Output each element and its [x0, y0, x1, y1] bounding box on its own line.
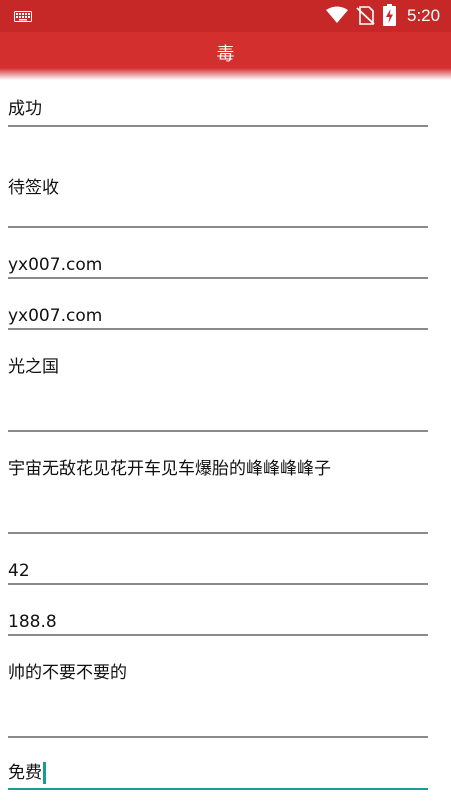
text-field-value: 帅的不要不要的	[8, 663, 127, 683]
text-field[interactable]: 待签收	[8, 175, 428, 231]
field-underline	[8, 125, 428, 127]
text-field-value: 188.8	[8, 612, 57, 632]
no-sim-icon	[356, 6, 375, 25]
app-bar: 毒	[0, 32, 451, 80]
status-bar: 5:20	[0, 0, 451, 32]
keyboard-icon	[14, 11, 32, 22]
text-field[interactable]: 光之国	[8, 354, 428, 436]
text-field[interactable]: 帅的不要不要的	[8, 660, 428, 742]
field-underline	[8, 430, 428, 432]
text-field[interactable]: 成功	[8, 96, 428, 130]
text-field-value: 成功	[8, 99, 42, 119]
field-underline	[8, 277, 428, 279]
field-underline	[8, 788, 428, 790]
text-field-value: yx007.com	[8, 255, 103, 275]
text-field[interactable]: 宇宙无敌花见花开车见车爆胎的峰峰峰峰子	[8, 456, 428, 538]
field-underline	[8, 226, 428, 228]
text-field-value: 42	[8, 561, 30, 581]
focused-field-text: 免费	[8, 763, 42, 783]
field-underline	[8, 583, 428, 585]
text-field-value: 待签收	[8, 178, 59, 198]
text-field-value: 免费	[8, 762, 46, 784]
field-underline	[8, 328, 428, 330]
text-field[interactable]: 42	[8, 558, 428, 590]
text-cursor	[43, 762, 46, 784]
field-underline	[8, 532, 428, 534]
text-field-value: 宇宙无敌花见花开车见车爆胎的峰峰峰峰子	[8, 459, 331, 479]
field-underline	[8, 634, 428, 636]
text-field-value: 光之国	[8, 357, 59, 377]
field-underline	[8, 736, 428, 738]
page-title: 毒	[216, 44, 235, 65]
status-time: 5:20	[407, 6, 441, 25]
text-field[interactable]: yx007.com	[8, 252, 428, 284]
text-field-focused[interactable]: 免费	[8, 762, 428, 794]
wifi-icon	[326, 6, 348, 23]
text-field[interactable]: yx007.com	[8, 303, 428, 335]
text-field-value: yx007.com	[8, 306, 103, 326]
text-field[interactable]: 188.8	[8, 609, 428, 641]
battery-charging-icon	[383, 4, 396, 26]
